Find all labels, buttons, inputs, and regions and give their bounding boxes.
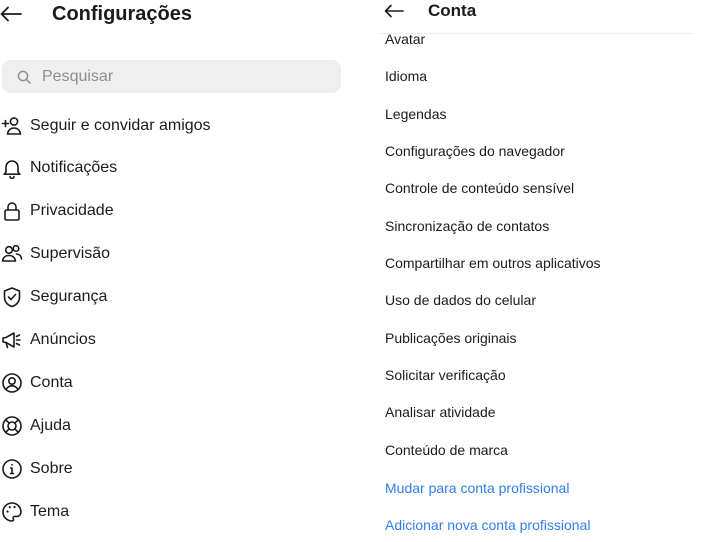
account-option-mudar-para-conta-profissional[interactable]: Mudar para conta profissional: [385, 476, 695, 500]
settings-header: Configurações: [0, 0, 192, 28]
settings-item-label: Ajuda: [30, 417, 71, 434]
account-option-publicacoes-originais[interactable]: Publicações originais: [385, 326, 695, 350]
account-option-adicionar-nova-conta-profissional[interactable]: Adicionar nova conta profissional: [385, 513, 695, 537]
people-icon: [0, 242, 24, 266]
account-option-uso-de-dados-do-celular[interactable]: Uso de dados do celular: [385, 288, 695, 312]
settings-item-label: Sobre: [30, 460, 73, 477]
back-arrow-icon[interactable]: [384, 4, 428, 18]
settings-item-sobre[interactable]: Sobre: [0, 452, 340, 486]
account-circle-icon: [0, 371, 24, 395]
settings-item-conta[interactable]: Conta: [0, 366, 340, 400]
account-option-sincronizacao-de-contatos[interactable]: Sincronização de contatos: [385, 214, 695, 238]
account-option-idioma[interactable]: Idioma: [385, 64, 695, 88]
settings-item-ajuda[interactable]: Ajuda: [0, 409, 340, 443]
add-person-icon: [0, 114, 24, 138]
account-option-solicitar-verificacao[interactable]: Solicitar verificação: [385, 363, 695, 387]
account-option-controle-de-conteudo-sensivel[interactable]: Controle de conteúdo sensível: [385, 176, 695, 200]
megaphone-icon: [0, 328, 24, 352]
settings-item-label: Notificações: [30, 159, 118, 176]
settings-item-label: Tema: [30, 503, 70, 520]
settings-item-label: Seguir e convidar amigos: [30, 117, 211, 134]
settings-item-tema[interactable]: Tema: [0, 495, 340, 529]
account-option-avatar[interactable]: Avatar: [385, 27, 695, 51]
account-option-analisar-atividade[interactable]: Analisar atividade: [385, 400, 695, 424]
settings-item-label: Conta: [30, 374, 73, 391]
settings-item-privacidade[interactable]: Privacidade: [0, 194, 340, 228]
settings-item-label: Anúncios: [30, 331, 96, 348]
settings-item-seguranca[interactable]: Segurança: [0, 280, 340, 314]
account-option-compartilhar-em-outros-aplicativos[interactable]: Compartilhar em outros aplicativos: [385, 251, 695, 275]
lifebuoy-icon: [0, 414, 24, 438]
settings-item-label: Segurança: [30, 288, 108, 305]
account-panel: Conta Avatar Idioma Legendas Configurações …: [378, 0, 698, 542]
page-title: Configurações: [52, 2, 193, 25]
account-option-configuracoes-do-navegador[interactable]: Configurações do navegador: [385, 139, 695, 163]
settings-item-label: Supervisão: [30, 245, 111, 262]
back-arrow-icon[interactable]: [0, 6, 28, 22]
account-title: Conta: [428, 1, 477, 20]
settings-item-label: Privacidade: [30, 202, 114, 219]
palette-icon: [0, 500, 24, 524]
search-icon: [17, 70, 31, 84]
lock-icon: [0, 199, 24, 223]
settings-item-seguir-e-convidar-amigos[interactable]: Seguir e convidar amigos: [0, 109, 340, 143]
account-option-legendas[interactable]: Legendas: [385, 102, 695, 126]
account-header: Conta: [384, 0, 476, 22]
info-icon: [0, 457, 24, 481]
settings-item-notificacoes[interactable]: Notificações: [0, 151, 340, 185]
settings-item-anuncios[interactable]: Anúncios: [0, 323, 340, 357]
settings-panel: Configurações Seguir e convidar amigos No…: [0, 0, 350, 542]
account-option-conteudo-de-marca[interactable]: Conteúdo de marca: [385, 438, 695, 462]
search-bar[interactable]: [2, 60, 341, 93]
settings-item-supervisao[interactable]: Supervisão: [0, 237, 340, 271]
bell-icon: [0, 156, 24, 180]
shield-check-icon: [0, 285, 24, 309]
search-input[interactable]: [42, 67, 302, 86]
